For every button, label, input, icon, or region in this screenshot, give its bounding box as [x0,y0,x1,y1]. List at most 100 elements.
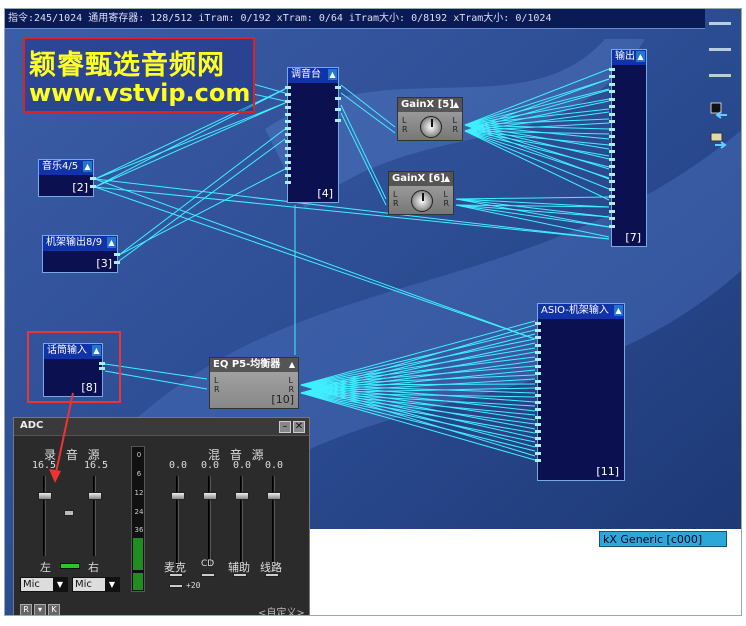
connection-wire [455,204,610,238]
custom-preset-label[interactable]: <自定义> [258,604,305,615]
left-label: 左 [40,561,51,574]
record-source-right-select[interactable]: Mic ▼ [72,577,120,592]
gain-knob[interactable] [420,116,442,138]
close-icon[interactable]: ✕ [293,421,305,433]
connection-wire [118,138,286,262]
connection-wire [340,104,387,200]
mix-line-slider[interactable] [267,492,281,500]
meter-tick: 6 [136,469,142,478]
module-number: [10] [271,393,294,406]
module-gainx-5[interactable]: GainX [5] ▲ LR LR [397,97,463,141]
mix-aux-value: 0.0 [233,460,252,471]
collapse-icon[interactable]: ▲ [328,69,337,80]
mix-line-track [272,476,275,566]
module-rack-out[interactable]: 机架输出8/9 ▲ [3] [42,235,120,273]
select-value: Mic [75,579,92,590]
rec-left-slider[interactable] [38,492,52,500]
level-meter: 06122436486072 [131,446,145,592]
connection-wire [94,102,286,180]
connection-wire [252,93,286,102]
module-number: [4] [317,187,333,200]
mic-boost-toggle[interactable] [169,584,183,588]
menu-button-2[interactable] [709,45,731,59]
gain-knob[interactable] [411,190,433,212]
r-button[interactable]: R [20,604,32,615]
module-eq[interactable]: EQ P5-均衡器 ▲ LR LR [10] [209,357,299,409]
minimize-icon[interactable]: – [279,421,291,433]
rec-right-value: 16.5 [84,460,109,471]
module-title: EQ P5-均衡器 [213,359,281,370]
module-music[interactable]: 音乐4/5 ▲ [2] [38,159,96,197]
connection-wire [300,347,536,386]
collapse-icon[interactable]: ▲ [289,358,295,372]
module-number: [11] [596,465,619,478]
link-icon[interactable] [64,510,74,516]
collapse-icon[interactable]: ▲ [614,305,623,316]
rec-right-slider[interactable] [88,492,102,500]
connection-wire [118,168,286,256]
right-label: 右 [88,561,99,574]
connection-wire [464,130,610,190]
watermark-url: www.vstvip.com [29,79,251,107]
select-value: Mic [23,579,40,590]
mix-cd-track [208,476,211,566]
chevron-down-icon[interactable]: ▼ [105,578,119,591]
mix-aux-slider[interactable] [235,492,249,500]
record-source-left-select[interactable]: Mic ▼ [20,577,68,592]
collapse-icon[interactable]: ▲ [83,161,92,172]
adc-panel: ADC – ✕ 录 音 源 混 音 源 16.5 16.5 0.0 0.0 0.… [13,417,310,615]
mix-mic-mute[interactable] [169,573,183,577]
menu-arrow-icon[interactable]: ▾ [34,604,46,615]
module-number: [3] [96,257,112,270]
connection-wire [300,384,536,457]
connection-wire [300,351,536,394]
connection-wire [455,196,610,200]
module-mixer[interactable]: 调音台 ▲ [4] [285,67,341,203]
connection-wire [300,338,536,386]
collapse-icon[interactable]: ▲ [107,237,116,248]
connection-wire [94,102,286,188]
watermark-text: 颖睿甄选音频网 [29,50,225,81]
module-output[interactable]: 输出 ▲ [7] [609,49,647,247]
module-gainx-6[interactable]: GainX [6] ▲ LR LR [388,171,454,215]
connection-wire [300,324,536,394]
meter-level-segment [133,537,143,570]
module-asio-input[interactable]: ASIO-机架输入 ▲ [11] [535,303,625,481]
k-button[interactable]: K [48,604,60,615]
stereo-link-toggle[interactable] [60,563,80,569]
collapse-icon[interactable]: ▲ [453,98,459,112]
connection-wire [464,130,610,201]
open-icon[interactable] [709,131,731,151]
module-title: GainX [5] [401,99,454,110]
mix-mic-slider[interactable] [171,492,185,500]
mix-cd-mute[interactable] [201,573,215,577]
mix-label-cd: CD [201,559,215,569]
save-icon[interactable] [709,101,731,121]
module-number: [2] [72,181,88,194]
mix-cd-slider[interactable] [203,492,217,500]
connection-wire [300,384,536,448]
adc-title: ADC [20,420,44,431]
collapse-icon[interactable]: ▲ [444,172,450,186]
mix-aux-mute[interactable] [233,573,247,577]
meter-tick: 24 [134,507,144,516]
device-label[interactable]: kX Generic [c000] [599,531,727,547]
connection-wire [340,84,396,128]
connection-wire [340,112,387,206]
chevron-down-icon[interactable]: ▼ [53,578,67,591]
module-title: ASIO-机架输入 [538,304,624,319]
meter-tick: 0 [136,451,142,459]
mix-line-value: 0.0 [265,460,284,471]
connection-wire [252,83,286,94]
rec-left-value: 16.5 [32,460,57,471]
mic-boost-label: +20 [186,581,201,590]
meter-tick: 12 [134,488,144,497]
mix-cd-value: 0.0 [201,460,220,471]
adc-header[interactable]: ADC – ✕ [14,418,309,436]
mix-line-mute[interactable] [265,573,279,577]
menu-button-1[interactable] [709,19,731,33]
menu-button-3[interactable] [709,71,731,85]
collapse-icon[interactable]: ▲ [636,51,645,62]
watermark-logo: 颖睿甄选音频网 www.vstvip.com [23,37,255,113]
mix-mic-track [176,476,179,566]
